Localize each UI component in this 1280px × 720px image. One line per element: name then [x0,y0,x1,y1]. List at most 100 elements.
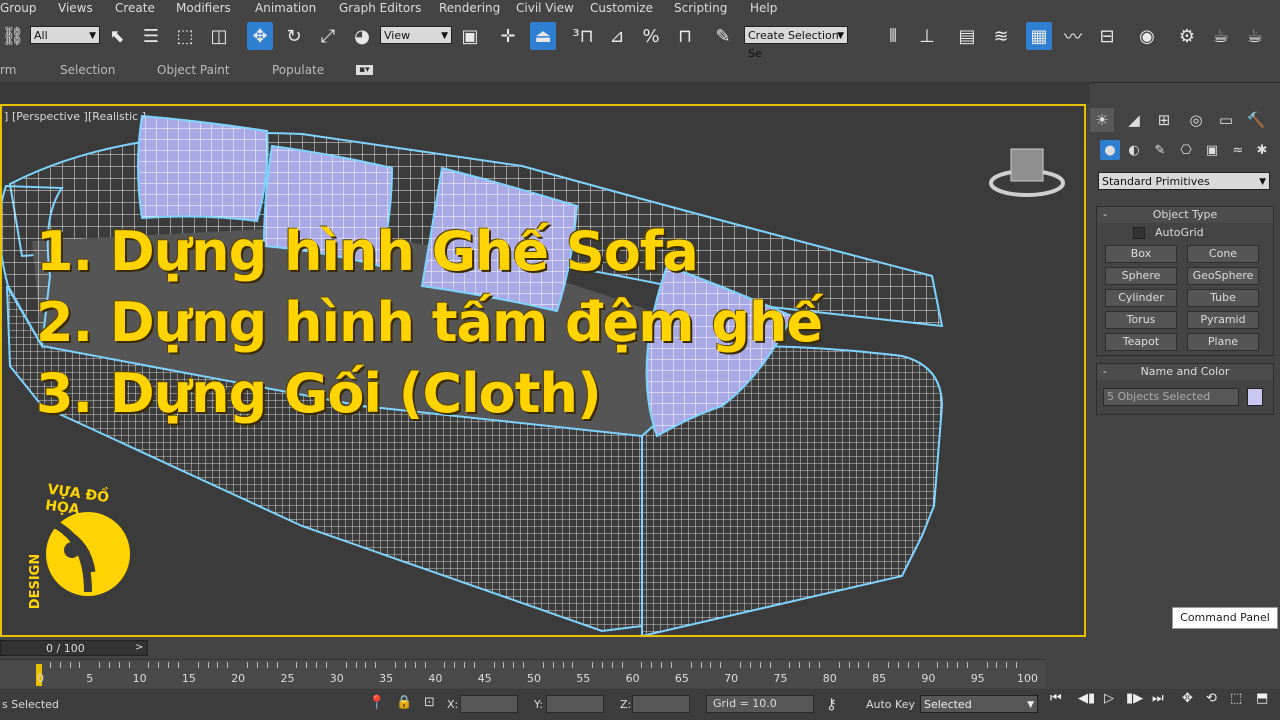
snaps-toggle-icon[interactable]: ³⊓ [570,22,596,50]
rect-selection-icon[interactable]: ⬚ [172,22,198,50]
spinner-snap-icon[interactable]: ⊓ [672,22,698,50]
menu-group[interactable]: Group [0,0,37,16]
isolate-icon[interactable]: 📍 [368,695,385,711]
helpers-icon[interactable]: ▣ [1202,140,1222,160]
window-crossing-icon[interactable]: ◫ [206,22,232,50]
ribbon-toggle-icon[interactable]: ≋ [988,22,1014,50]
ribbon-options-icon[interactable]: ▪▾ [356,65,373,75]
z-coordinate-field[interactable] [632,695,690,713]
pyramid-button[interactable]: Pyramid [1187,311,1259,329]
menu-help[interactable]: Help [750,0,777,16]
name-and-color-header[interactable]: - Name and Color [1097,364,1273,380]
spacewarps-icon[interactable]: ≈ [1228,140,1248,160]
edit-named-selection-icon[interactable]: ✎ [710,22,736,50]
plane-button[interactable]: Plane [1187,333,1259,351]
curve-editor-icon[interactable]: 〰 [1060,22,1086,50]
align-icon[interactable]: ⊥ [914,22,940,50]
autokey-button[interactable]: Auto Key [866,698,915,711]
display-tab-icon[interactable]: ▭ [1214,108,1238,132]
torus-button[interactable]: Torus [1105,311,1177,329]
cylinder-button[interactable]: Cylinder [1105,289,1177,307]
geosphere-button[interactable]: GeoSphere [1187,267,1259,285]
select-object-icon[interactable]: ⬉ [104,22,130,50]
schematic-view-icon[interactable]: ⊟ [1094,22,1120,50]
geometry-icon[interactable]: ● [1100,140,1120,160]
render-production-icon[interactable]: ☕ [1242,22,1268,50]
time-slider-next-icon[interactable]: > [135,642,143,653]
menu-views[interactable]: Views [58,0,93,16]
orbit-icon[interactable]: ⟲ [1206,691,1217,706]
next-frame-icon[interactable]: ▮▶ [1126,691,1143,706]
render-setup-icon[interactable]: ⚙ [1174,22,1200,50]
menu-customize[interactable]: Customize [590,0,653,16]
systems-icon[interactable]: ✱ [1252,140,1272,160]
zoom-extents-icon[interactable]: ⬚ [1230,691,1242,706]
cone-button[interactable]: Cone [1187,245,1259,263]
object-name-field[interactable]: 5 Objects Selected [1103,388,1239,406]
rendered-frame-icon[interactable]: ☕ [1208,22,1234,50]
reference-coordinate-dropdown[interactable]: View ▼ [380,26,452,44]
timeline-tick-mark [513,662,515,668]
placement-icon[interactable]: ◕ [349,22,375,50]
named-selection-set-dropdown[interactable]: Create Selection Se ▼ [744,26,848,60]
maximize-viewport-icon[interactable]: ⬒ [1256,691,1268,706]
tube-button[interactable]: Tube [1187,289,1259,307]
percent-snap-icon[interactable]: % [638,22,664,50]
move-icon[interactable]: ✥ [247,22,273,50]
time-slider[interactable]: 0 / 100 > [0,640,148,656]
shapes-icon[interactable]: ◐ [1124,140,1144,160]
rotate-icon[interactable]: ↻ [281,22,307,50]
menu-civil-view[interactable]: Civil View [516,0,574,16]
autogrid-checkbox[interactable] [1133,227,1145,239]
scene-explorer-icon[interactable]: ▦ [1026,22,1052,50]
transform-mode-icon[interactable]: ⊡ [424,695,435,710]
mirror-icon[interactable]: ⫴ [880,22,906,50]
layer-manager-icon[interactable]: ▤ [954,22,980,50]
scale-icon[interactable]: ⤢ [315,22,341,50]
keyboard-shortcut-icon[interactable]: ⏏ [530,22,556,50]
box-button[interactable]: Box [1105,245,1177,263]
link-icon[interactable]: ⛓ [0,22,26,50]
menu-animation[interactable]: Animation [255,0,316,16]
object-type-header[interactable]: - Object Type [1097,207,1273,223]
key-filter-dropdown[interactable]: Selected ▼ [920,695,1038,713]
object-color-swatch[interactable] [1247,388,1263,406]
modify-tab-icon[interactable]: ◢ [1122,108,1146,132]
lights-icon[interactable]: ✎ [1150,140,1170,160]
pan-icon[interactable]: ✥ [1182,691,1193,706]
teapot-button[interactable]: Teapot [1105,333,1177,351]
create-tab-icon[interactable]: ☀ [1090,108,1114,132]
pivot-center-icon[interactable]: ▣ [457,22,483,50]
previous-frame-icon[interactable]: ◀▮ [1078,691,1095,706]
sphere-button[interactable]: Sphere [1105,267,1177,285]
go-to-end-icon[interactable]: ⏭ [1152,691,1164,706]
select-manipulate-icon[interactable]: ✛ [495,22,521,50]
set-key-icon[interactable]: ⚷ [826,695,837,713]
viewcube-icon[interactable] [987,141,1067,211]
selection-filter-dropdown[interactable]: All ▼ [30,26,100,44]
select-by-name-icon[interactable]: ☰ [138,22,164,50]
ribbon-tab-selection[interactable]: Selection [60,63,115,77]
hierarchy-tab-icon[interactable]: ⊞ [1152,108,1176,132]
ribbon-tab-object-paint[interactable]: Object Paint [157,63,230,77]
go-to-start-icon[interactable]: ⏮ [1050,691,1062,706]
menu-create[interactable]: Create [115,0,155,16]
timeline-track[interactable]: 0 5 10 15 20 25 30 35 40 45 50 55 60 65 70 75 80 85 90 95 10… [0,659,1045,688]
utilities-tab-icon[interactable]: 🔨 [1244,108,1268,132]
ribbon-tab-modeling[interactable]: rm [0,63,16,77]
menu-modifiers[interactable]: Modifiers [176,0,231,16]
menu-graph-editors[interactable]: Graph Editors [339,0,421,16]
lock-icon[interactable]: 🔒 [396,695,412,710]
material-editor-icon[interactable]: ◉ [1134,22,1160,50]
x-coordinate-field[interactable] [460,695,518,713]
play-icon[interactable]: ▷ [1104,691,1114,706]
y-coordinate-field[interactable] [546,695,604,713]
motion-tab-icon[interactable]: ◎ [1184,108,1208,132]
perspective-viewport[interactable]: ] [Perspective ] [Realistic ] 1. Dựng hì… [0,104,1086,637]
angle-snap-icon[interactable]: ⊿ [604,22,630,50]
menu-scripting[interactable]: Scripting [674,0,727,16]
menu-rendering[interactable]: Rendering [439,0,500,16]
ribbon-tab-populate[interactable]: Populate [272,63,324,77]
category-dropdown[interactable]: Standard Primitives ▼ [1098,172,1270,190]
cameras-icon[interactable]: ⎔ [1176,140,1196,160]
